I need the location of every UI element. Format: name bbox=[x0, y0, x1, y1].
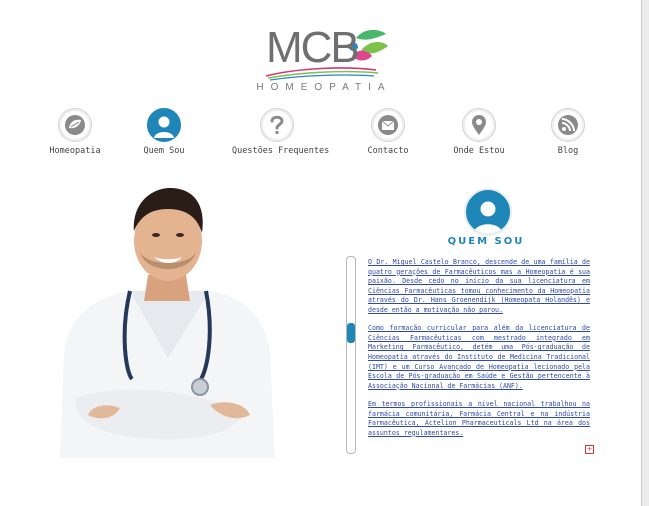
rss-icon bbox=[551, 108, 585, 142]
nav-item-onde-estou[interactable]: Onde Estou bbox=[434, 108, 524, 156]
article-scrollbar[interactable] bbox=[346, 256, 356, 454]
nav-item-blog[interactable]: Blog bbox=[523, 108, 613, 156]
nav-label-questoes-frequentes: Questões Frequentes bbox=[232, 146, 330, 156]
person-icon bbox=[147, 108, 181, 142]
question-icon bbox=[260, 108, 294, 142]
nav-label-blog: Blog bbox=[557, 146, 579, 156]
logo-wordmark: MCB bbox=[266, 23, 360, 72]
doctor-photo bbox=[60, 187, 275, 458]
nav-label-contacto: Contacto bbox=[367, 146, 409, 156]
nav-label-onde-estou: Onde Estou bbox=[453, 146, 505, 156]
nav-item-questoes-frequentes[interactable]: Questões Frequentes bbox=[232, 108, 330, 156]
biography-text: O Dr. Miguel Castelo Branco, descende de… bbox=[368, 258, 590, 454]
scrollbar-thumb[interactable] bbox=[347, 323, 355, 343]
nav-item-homeopatia[interactable]: Homeopatia bbox=[30, 108, 120, 156]
nav-item-quem-sou[interactable]: Quem Sou bbox=[119, 108, 209, 156]
window-edge bbox=[642, 0, 649, 506]
logo-subtitle: HOMEOPATIA bbox=[256, 82, 392, 93]
map-pin-icon bbox=[462, 108, 496, 142]
paragraph-2[interactable]: Como formação curricular para além da li… bbox=[368, 324, 590, 391]
paragraph-1[interactable]: O Dr. Miguel Castelo Branco, descende de… bbox=[368, 258, 590, 316]
plus-icon[interactable]: + bbox=[585, 445, 594, 454]
mcb-logo[interactable]: MCB HOMEOPATIA bbox=[248, 26, 408, 98]
leaf-icon bbox=[58, 108, 92, 142]
paragraph-3[interactable]: Em termos profissionais a nível nacional… bbox=[368, 400, 590, 438]
section-person-icon bbox=[464, 188, 512, 236]
nav-label-homeopatia: Homeopatia bbox=[49, 146, 101, 156]
section-title: QUEM SOU bbox=[447, 236, 525, 247]
envelope-icon bbox=[371, 108, 405, 142]
nav-item-contacto[interactable]: Contacto bbox=[343, 108, 433, 156]
nav-label-quem-sou: Quem Sou bbox=[143, 146, 185, 156]
